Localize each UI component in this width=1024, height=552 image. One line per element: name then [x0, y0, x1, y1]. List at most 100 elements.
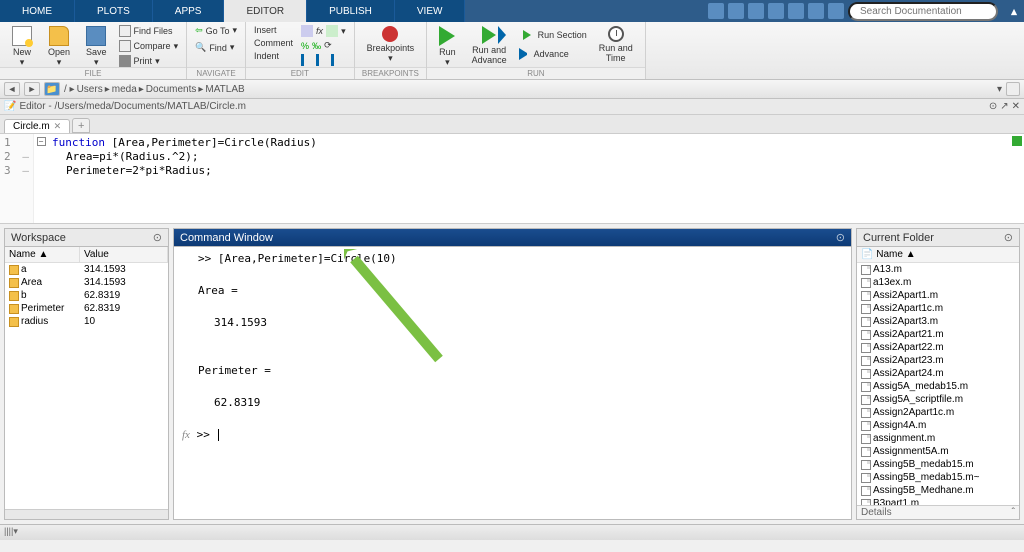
- save-button[interactable]: Save▾: [80, 24, 113, 70]
- find-files-button[interactable]: Find Files: [117, 24, 181, 38]
- file-row[interactable]: a13ex.m: [857, 276, 1019, 289]
- fold-icon[interactable]: −: [37, 137, 46, 146]
- insert-section-button[interactable]: fx ▾: [299, 24, 348, 38]
- file-row[interactable]: Assi2Apart1c.m: [857, 302, 1019, 315]
- new-button[interactable]: New▾: [6, 24, 38, 70]
- minimize-ribbon-icon[interactable]: ▴: [1004, 0, 1024, 22]
- run-section-button[interactable]: Run Section: [517, 24, 589, 46]
- file-row[interactable]: Assi2Apart21.m: [857, 328, 1019, 341]
- ws-row[interactable]: radius10: [5, 315, 168, 328]
- editor-restore-icon[interactable]: ↗: [1000, 101, 1008, 112]
- mfile-icon: [861, 369, 871, 379]
- forward-button[interactable]: ►: [24, 82, 40, 96]
- file-row[interactable]: Assing5B_Medhane.m: [857, 484, 1019, 497]
- fx-icon[interactable]: fx: [182, 429, 190, 441]
- insert-button[interactable]: Insert: [252, 24, 295, 36]
- file-row[interactable]: Assign2Apart1c.m: [857, 406, 1019, 419]
- status-busy-icon: ||||: [4, 526, 13, 536]
- breadcrumb[interactable]: / ▸ Users▸ meda▸ Documents▸ MATLAB: [64, 84, 245, 95]
- run-button[interactable]: Run▾: [433, 24, 462, 70]
- dropdown-icon[interactable]: ▾: [997, 84, 1002, 95]
- file-row[interactable]: Assig5A_medab15.m: [857, 380, 1019, 393]
- mfile-icon: [861, 395, 871, 405]
- file-tab-circle[interactable]: Circle.m✕: [4, 119, 70, 133]
- qat-icon[interactable]: [748, 3, 764, 19]
- ws-row[interactable]: Perimeter62.8319: [5, 302, 168, 315]
- variable-icon: [9, 278, 19, 288]
- goto-button[interactable]: ⇦ Go To ▾: [193, 24, 239, 37]
- mfile-icon: [861, 343, 871, 353]
- expand-details-icon[interactable]: ˆ: [1012, 507, 1015, 518]
- mfile-icon: [861, 265, 871, 275]
- code-editor[interactable]: 1 2– 3– − function [Area,Perimeter]=Circ…: [0, 134, 1024, 224]
- file-row[interactable]: Assi2Apart1.m: [857, 289, 1019, 302]
- ws-row[interactable]: b62.8319: [5, 289, 168, 302]
- file-row[interactable]: Assi2Apart3.m: [857, 315, 1019, 328]
- comment-toggle-button[interactable]: % ‰ ⟳: [299, 39, 348, 52]
- group-label: NAVIGATE: [187, 67, 245, 79]
- tab-editor[interactable]: EDITOR: [224, 0, 307, 22]
- close-tab-icon[interactable]: ✕: [54, 121, 62, 132]
- folder-up-button[interactable]: 📁: [44, 82, 60, 96]
- pane-menu-icon[interactable]: ⊙: [1004, 231, 1013, 244]
- variable-icon: [9, 317, 19, 327]
- pane-menu-icon[interactable]: ⊙: [153, 231, 162, 244]
- file-row[interactable]: Assig5A_scriptfile.m: [857, 393, 1019, 406]
- mfile-icon: [861, 317, 871, 327]
- pane-menu-icon[interactable]: ⊙: [836, 231, 845, 244]
- file-row[interactable]: Assing5B_medab15.m~: [857, 471, 1019, 484]
- code-analyzer-indicator[interactable]: [1012, 136, 1022, 146]
- indent-toggle-button[interactable]: [299, 53, 348, 67]
- tab-home[interactable]: HOME: [0, 0, 75, 22]
- tab-plots[interactable]: PLOTS: [75, 0, 153, 22]
- mfile-icon: [861, 421, 871, 431]
- browse-folder-button[interactable]: [1006, 82, 1020, 96]
- qat-icon[interactable]: [808, 3, 824, 19]
- compare-button[interactable]: Compare ▾: [117, 39, 181, 53]
- details-label[interactable]: Details: [861, 507, 892, 518]
- tab-apps[interactable]: APPS: [153, 0, 225, 22]
- breakpoints-button[interactable]: Breakpoints▾: [361, 24, 421, 66]
- file-row[interactable]: Assign4A.m: [857, 419, 1019, 432]
- help-icon[interactable]: [828, 3, 844, 19]
- open-button[interactable]: Open▾: [42, 24, 76, 70]
- h-scrollbar[interactable]: [5, 509, 168, 519]
- indent-button[interactable]: Indent: [252, 50, 295, 62]
- qat-icon[interactable]: [708, 3, 724, 19]
- file-row[interactable]: Assing5B_medab15.m: [857, 458, 1019, 471]
- editor-close-icon[interactable]: ✕: [1012, 101, 1020, 112]
- ws-col-value[interactable]: Value: [80, 247, 168, 262]
- file-row[interactable]: Assi2Apart23.m: [857, 354, 1019, 367]
- qat-icon[interactable]: [728, 3, 744, 19]
- file-row[interactable]: A13.m: [857, 263, 1019, 276]
- advance-button[interactable]: Advance: [517, 47, 589, 61]
- new-tab-button[interactable]: +: [72, 118, 90, 133]
- comment-button[interactable]: Comment: [252, 37, 295, 49]
- file-row[interactable]: Assignment5A.m: [857, 445, 1019, 458]
- qat-icon[interactable]: [768, 3, 784, 19]
- print-button[interactable]: Print ▾: [117, 54, 181, 68]
- run-advance-button[interactable]: Run and Advance: [466, 24, 513, 67]
- file-row[interactable]: Assi2Apart24.m: [857, 367, 1019, 380]
- ws-row[interactable]: Area314.1593: [5, 276, 168, 289]
- editor-menu-icon[interactable]: ⊙: [989, 101, 997, 112]
- variable-icon: [9, 265, 19, 275]
- file-row[interactable]: assignment.m: [857, 432, 1019, 445]
- file-row[interactable]: Assi2Apart22.m: [857, 341, 1019, 354]
- ws-col-name[interactable]: Name ▲: [5, 247, 80, 262]
- ws-row[interactable]: a314.1593: [5, 263, 168, 276]
- command-window[interactable]: >> [Area,Perimeter]=Circle(10) Area = 31…: [174, 247, 851, 519]
- search-input[interactable]: [848, 2, 998, 21]
- run-time-button[interactable]: Run and Time: [593, 24, 639, 65]
- cf-col-name[interactable]: 📄 Name ▲: [857, 247, 1019, 262]
- tab-view[interactable]: VIEW: [395, 0, 466, 22]
- find-button[interactable]: 🔍 Find ▾: [193, 41, 239, 54]
- variable-icon: [9, 304, 19, 314]
- qat-icon[interactable]: [788, 3, 804, 19]
- mfile-icon: [861, 486, 871, 496]
- file-row[interactable]: B3part1.m: [857, 497, 1019, 505]
- group-label: EDIT: [246, 67, 354, 79]
- tab-publish[interactable]: PUBLISH: [307, 0, 395, 22]
- back-button[interactable]: ◄: [4, 82, 20, 96]
- mfile-icon: [861, 473, 871, 483]
